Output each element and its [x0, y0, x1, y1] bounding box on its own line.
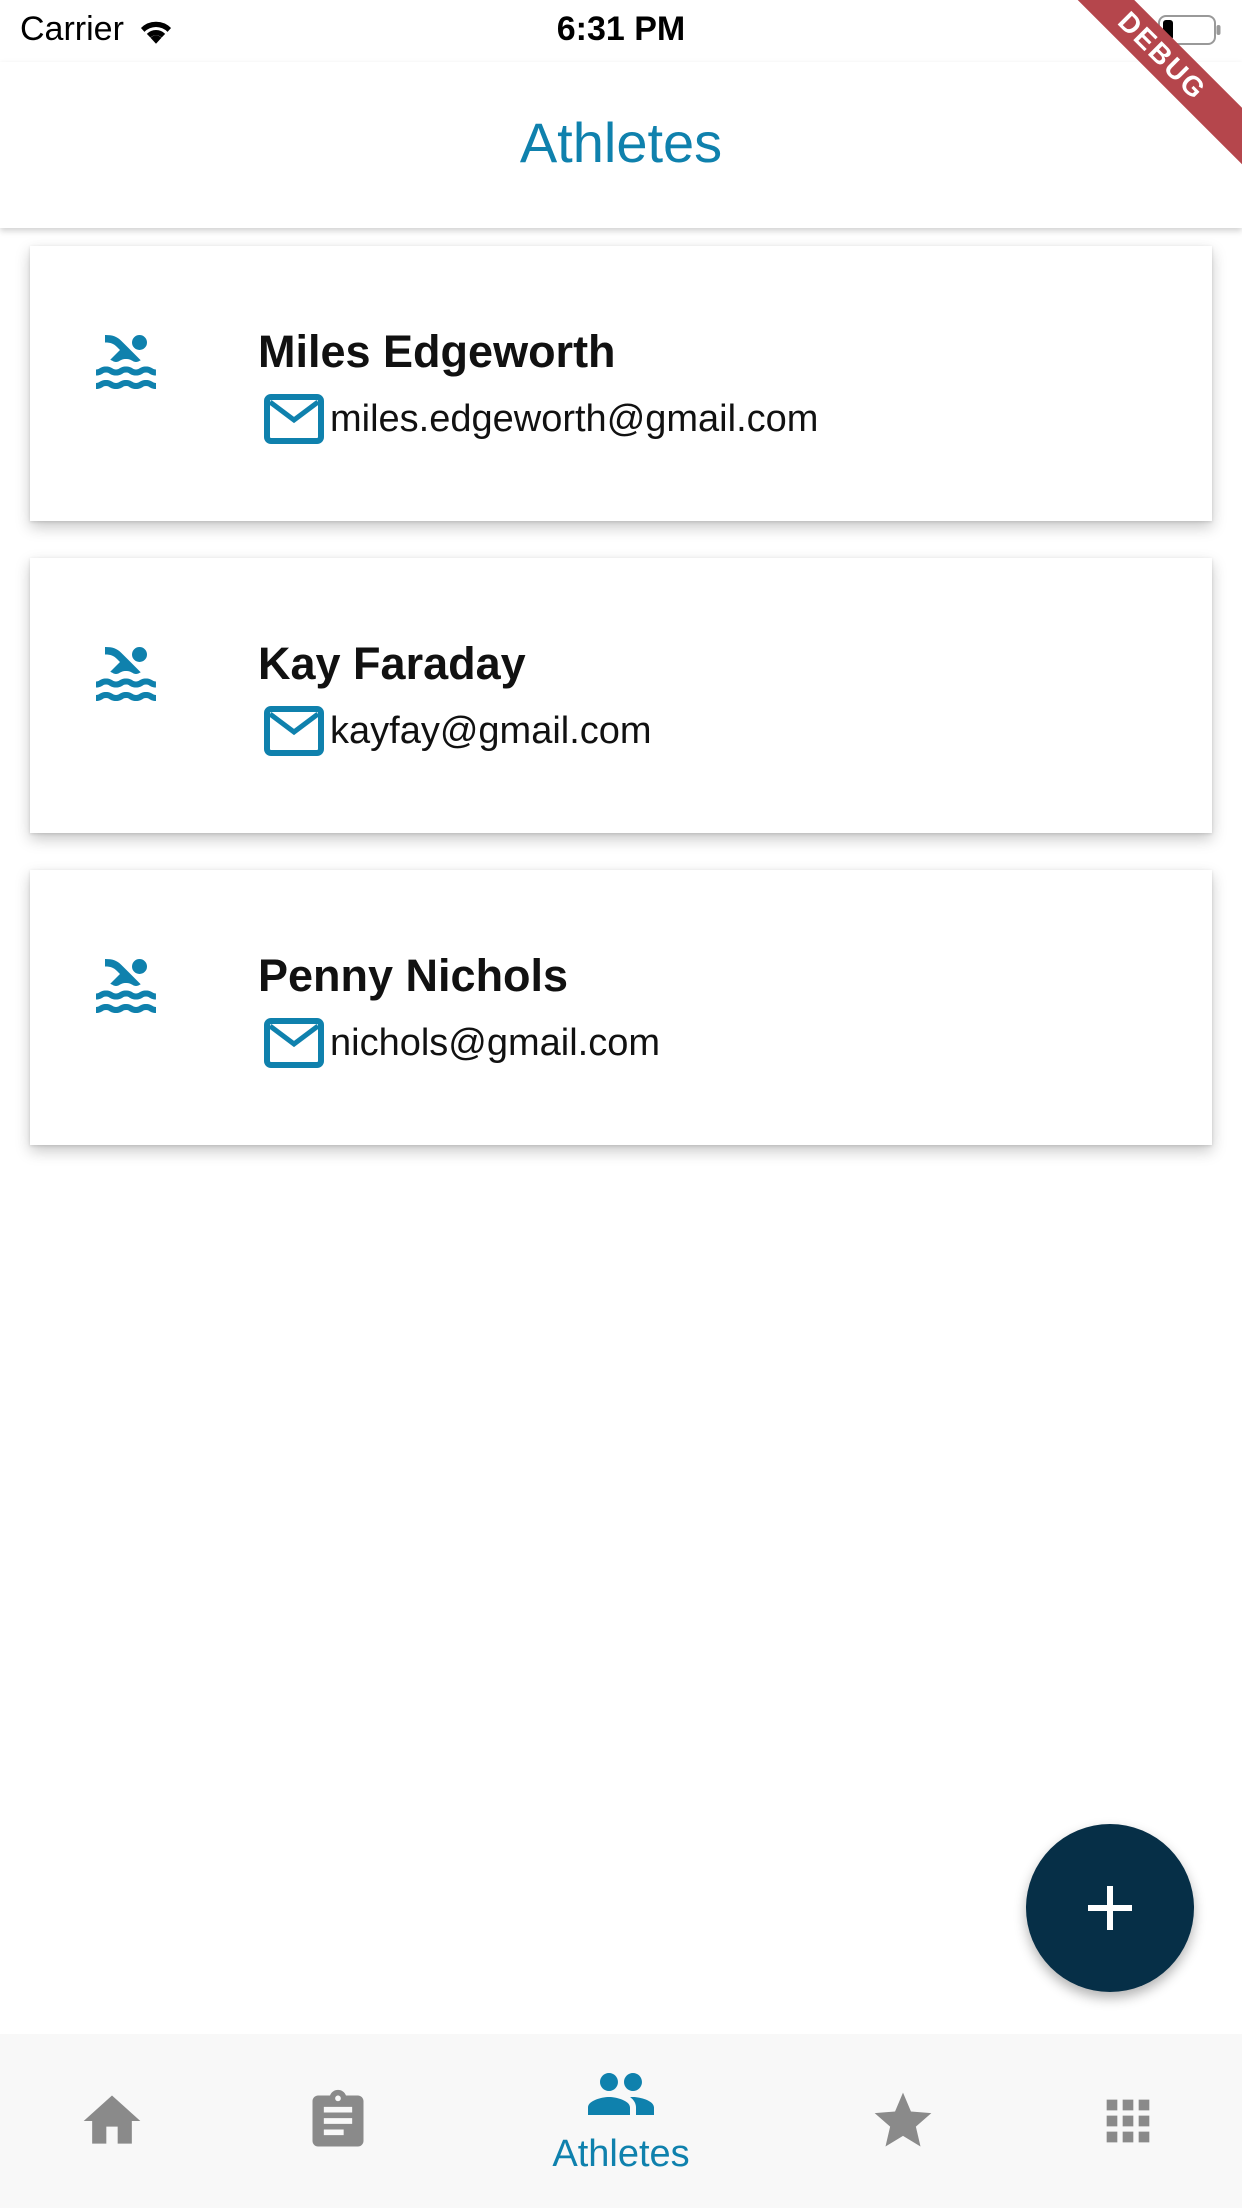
add-icon [1088, 1886, 1132, 1930]
bottom-nav: Athletes [0, 2034, 1242, 2208]
mail-icon [264, 1018, 324, 1068]
page-title: Athletes [519, 111, 723, 174]
home-icon [83, 2095, 141, 2144]
star-icon [874, 2092, 932, 2147]
app-bar: Athletes [0, 62, 1242, 228]
pool-icon [96, 646, 156, 701]
athlete-email-row: nichols@gmail.com [262, 1016, 660, 1070]
pool-icon [96, 334, 156, 389]
athlete-card[interactable]: Miles Edgeworth miles.edgeworth@gmail.co… [30, 246, 1212, 521]
athlete-name: Kay Faraday [258, 638, 526, 689]
nav-label-athletes: Athletes [552, 2132, 690, 2175]
nav-item-assignments[interactable] [278, 2034, 398, 2208]
screen: Carrier 6:31 PM DEBUG Athletes Miles Edg… [0, 0, 1242, 2208]
clock: 6:31 PM [556, 10, 686, 48]
assignment-icon [312, 2089, 364, 2147]
athlete-card[interactable]: Kay Faraday kayfay@gmail.com [30, 558, 1212, 833]
athlete-email-row: kayfay@gmail.com [262, 704, 652, 758]
pool-icon [96, 958, 156, 1013]
mail-icon [264, 706, 324, 756]
nav-item-home[interactable] [52, 2034, 172, 2208]
people-icon [588, 2072, 654, 2115]
athlete-email: kayfay@gmail.com [330, 709, 652, 752]
athlete-name: Penny Nichols [258, 950, 569, 1001]
athlete-card[interactable]: Penny Nichols nichols@gmail.com [30, 870, 1212, 1145]
mail-icon [264, 394, 324, 444]
athlete-email: nichols@gmail.com [330, 1021, 661, 1064]
athlete-name: Miles Edgeworth [258, 326, 616, 377]
athlete-email: miles.edgeworth@gmail.com [330, 397, 819, 440]
add-athlete-button[interactable] [1026, 1824, 1194, 1992]
nav-item-apps[interactable] [1068, 2034, 1188, 2208]
athlete-list: Miles Edgeworth miles.edgeworth@gmail.co… [30, 246, 1212, 1182]
status-bar: Carrier 6:31 PM [0, 0, 1242, 62]
nav-item-athletes[interactable]: Athletes [521, 2034, 721, 2208]
apps-icon [1106, 2099, 1150, 2143]
athlete-email-row: miles.edgeworth@gmail.com [262, 392, 818, 446]
nav-item-favorites[interactable] [843, 2034, 963, 2208]
